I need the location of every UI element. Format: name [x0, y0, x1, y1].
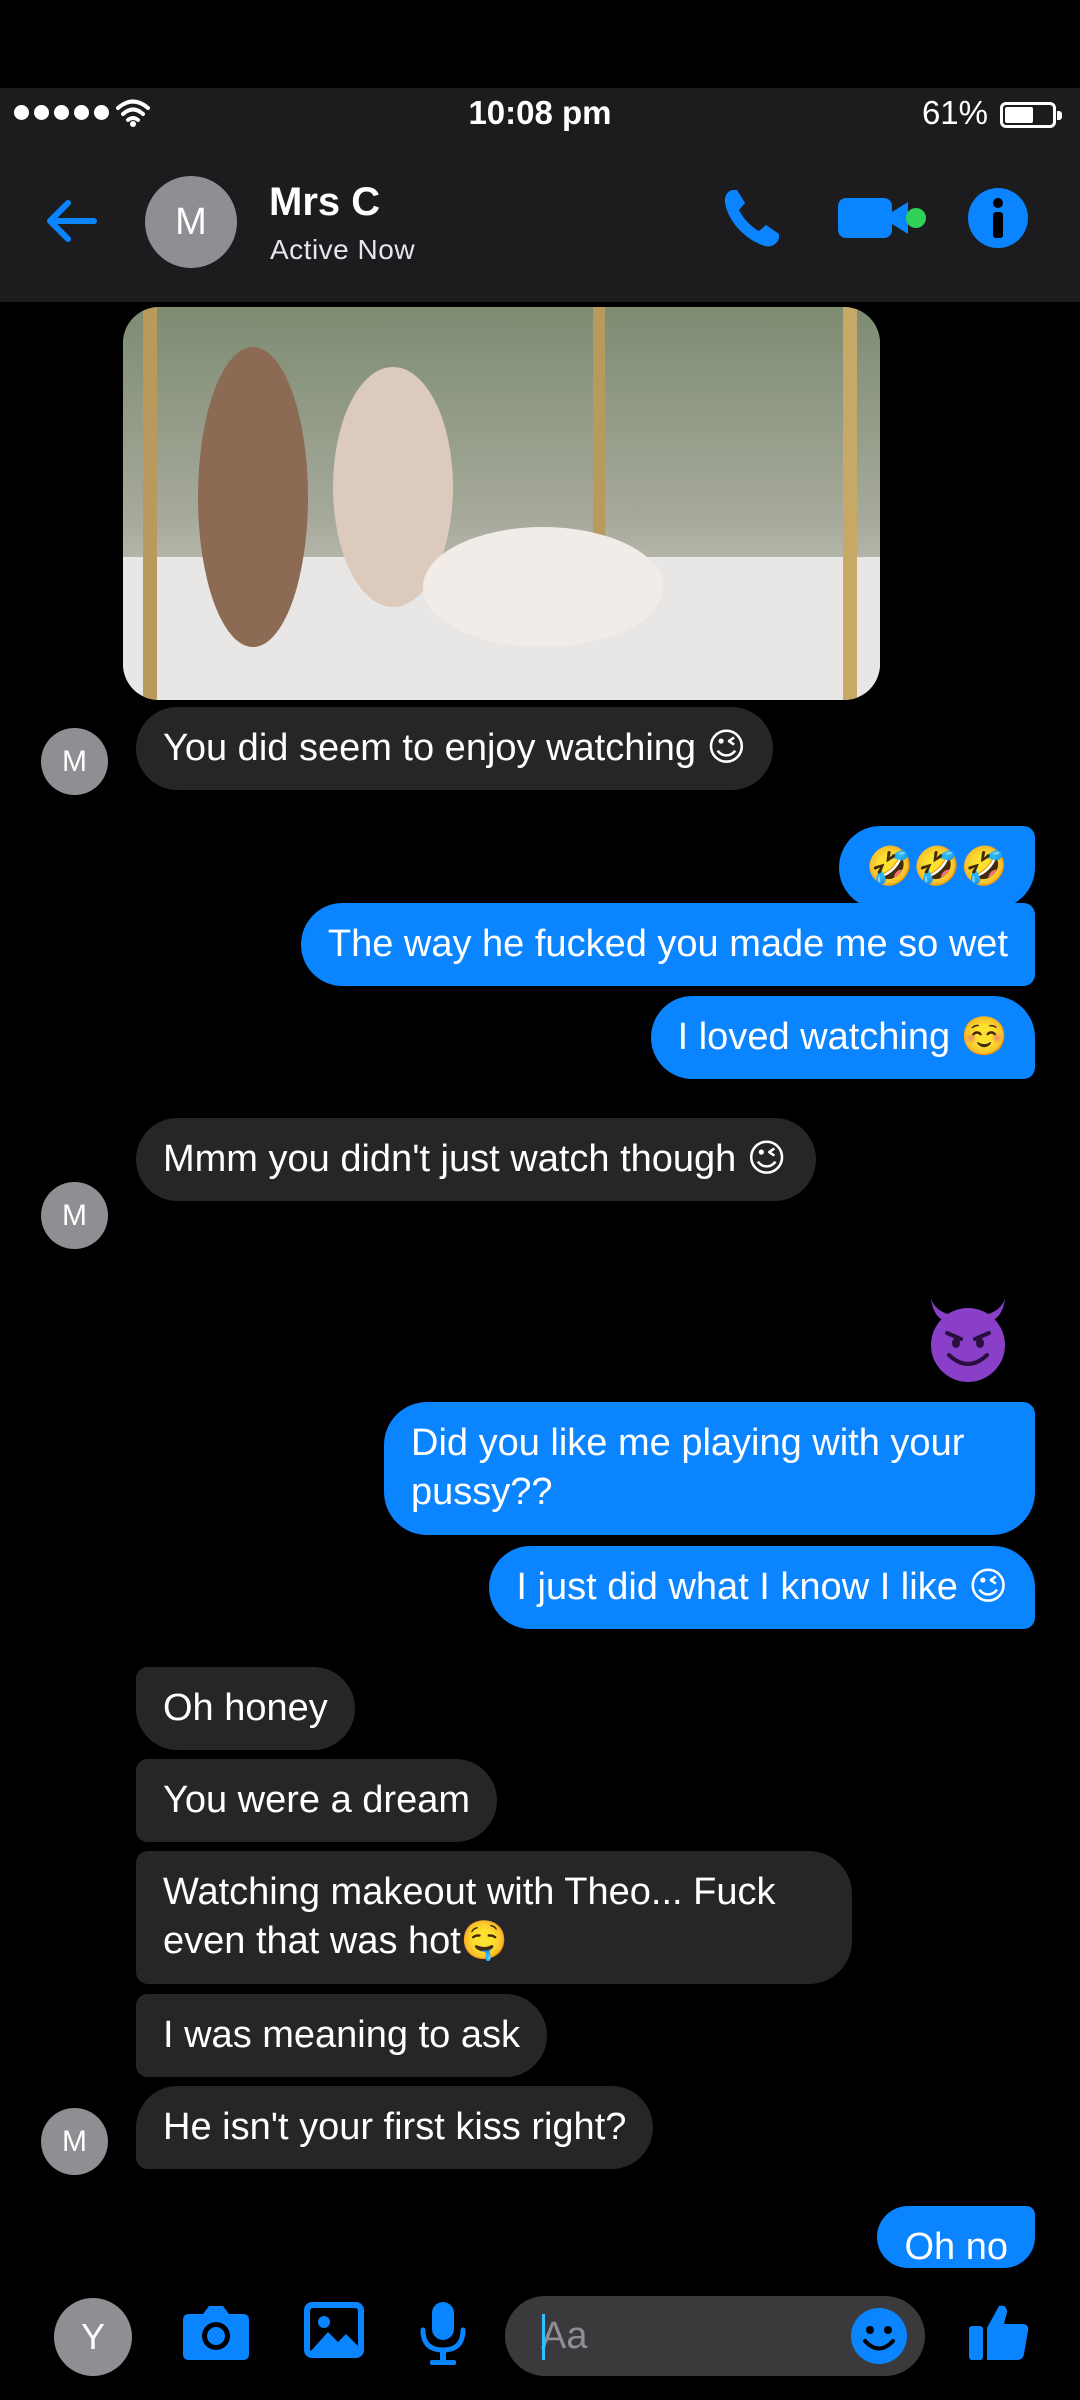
composer-bar: Y	[0, 2268, 1080, 2400]
top-letterbox	[0, 0, 1080, 88]
status-time: 10:08 pm	[468, 94, 612, 131]
outgoing-message[interactable]: The way he fucked you made me so wet	[300, 903, 1035, 987]
camera-icon[interactable]	[181, 2300, 251, 2364]
status-bar: 10:08 pm 61%	[0, 88, 1080, 142]
battery-percent: 61%	[921, 94, 988, 131]
emoji-smiley-icon[interactable]	[849, 2306, 909, 2366]
contact-avatar[interactable]: M	[145, 176, 237, 268]
conversation-header: M Mrs C Active Now	[0, 142, 1080, 302]
outgoing-message[interactable]: I just did what I know I like 😉	[489, 1546, 1035, 1630]
thumbs-up-icon[interactable]	[967, 2300, 1031, 2364]
contact-avatar-small[interactable]: M	[41, 1182, 108, 1249]
text-cursor	[542, 2314, 545, 2360]
incoming-message[interactable]: He isn't your first kiss right?	[136, 2086, 654, 2170]
contact-avatar-small[interactable]: M	[41, 728, 108, 795]
outgoing-message[interactable]: Did you like me playing with your pussy?…	[384, 1402, 1035, 1535]
contact-avatar-small[interactable]: M	[41, 2108, 108, 2175]
message-input[interactable]	[541, 2310, 831, 2362]
back-arrow-icon[interactable]	[40, 190, 102, 252]
microphone-icon[interactable]	[418, 2300, 468, 2366]
outgoing-message[interactable]: Oh no	[877, 2206, 1035, 2268]
battery-level	[1005, 107, 1033, 123]
active-status: Active Now	[270, 234, 416, 265]
message-composer[interactable]	[505, 2296, 925, 2376]
outgoing-message[interactable]: 🤣🤣🤣	[839, 826, 1035, 910]
my-avatar[interactable]: Y	[54, 2298, 132, 2376]
incoming-message[interactable]: Watching makeout with Theo... Fuck even …	[136, 1851, 852, 1984]
outgoing-message[interactable]: I loved watching ☺️	[650, 996, 1035, 1080]
info-icon[interactable]	[966, 186, 1030, 250]
photo-placeholder-icon	[123, 307, 880, 700]
incoming-message[interactable]: You did seem to enjoy watching 😉	[136, 707, 774, 791]
battery-icon	[1000, 102, 1062, 128]
video-call-icon[interactable]	[836, 186, 928, 250]
smiling-devil-emoji-icon[interactable]	[921, 1291, 1015, 1385]
contact-name[interactable]: Mrs C	[269, 180, 380, 225]
incoming-message[interactable]: Oh honey	[136, 1667, 355, 1751]
incoming-message[interactable]: You were a dream	[136, 1759, 498, 1843]
incoming-message[interactable]: Mmm you didn't just watch though 😉	[136, 1118, 816, 1202]
gallery-icon[interactable]	[302, 2300, 366, 2360]
incoming-message[interactable]: I was meaning to ask	[136, 1994, 547, 2078]
phone-call-icon[interactable]	[721, 186, 781, 250]
photo-attachment[interactable]	[123, 307, 880, 700]
